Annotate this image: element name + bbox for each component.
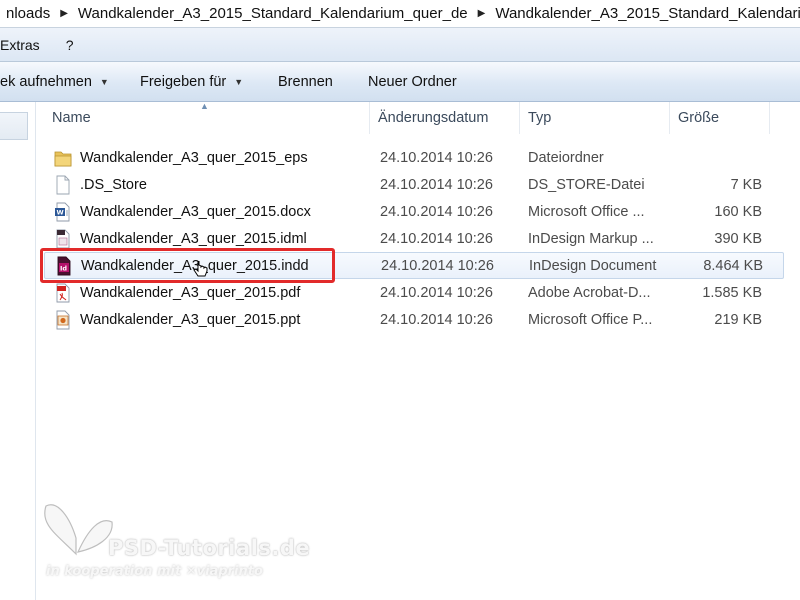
sort-ascending-icon: ▲ — [200, 101, 209, 111]
svg-text:Id: Id — [60, 264, 67, 272]
column-header-type-label: Typ — [528, 110, 552, 126]
column-header-type[interactable]: Typ — [520, 102, 670, 134]
file-date: 24.10.2014 10:26 — [380, 149, 493, 166]
chevron-down-icon: ▼ — [234, 76, 244, 87]
share-with-button[interactable]: Freigeben für ▼ — [140, 62, 278, 101]
file-row[interactable]: Wandkalender_A3_quer_2015_eps 24.10.2014… — [44, 144, 784, 171]
pdf-icon — [54, 283, 72, 303]
column-header-date-label: Änderungsdatum — [378, 110, 489, 126]
file-type: InDesign Markup ... — [528, 230, 654, 247]
file-row[interactable]: W Wandkalender_A3_quer_2015.docx 24.10.2… — [44, 198, 784, 225]
file-name: Wandkalender_A3_quer_2015.idml — [80, 230, 307, 247]
column-header-date[interactable]: Änderungsdatum — [370, 102, 520, 134]
file-date: 24.10.2014 10:26 — [380, 230, 493, 247]
file-type: Microsoft Office P... — [528, 311, 653, 328]
powerpoint-icon — [54, 310, 72, 330]
menu-help[interactable]: ? — [66, 37, 82, 53]
breadcrumb-item-folder[interactable]: Wandkalender_A3_2015_Standard_Kalendariu… — [72, 5, 474, 22]
folder-icon — [54, 148, 72, 168]
butterfly-logo-icon — [44, 504, 113, 556]
file-date: 24.10.2014 10:26 — [380, 284, 493, 301]
menu-extras[interactable]: Extras — [0, 37, 48, 53]
file-type: InDesign Document — [529, 257, 657, 274]
command-bar: ek aufnehmen ▼ Freigeben für ▼ Brennen N… — [0, 62, 800, 102]
column-header-size[interactable]: Größe — [670, 102, 770, 134]
file-row[interactable]: Wandkalender_A3_quer_2015.idml 24.10.201… — [44, 225, 784, 252]
svg-text:W: W — [57, 208, 64, 216]
burn-label: Brennen — [278, 73, 333, 90]
breadcrumb-item-downloads[interactable]: nloads — [0, 5, 56, 22]
breadcrumb-separator-icon[interactable]: ▶ — [474, 8, 490, 19]
file-size: 1.585 KB — [702, 284, 762, 301]
menu-bar: Extras ? — [0, 28, 800, 62]
column-header-size-label: Größe — [678, 110, 720, 126]
file-type: Dateiordner — [528, 149, 604, 166]
file-name: Wandkalender_A3_quer_2015.docx — [80, 203, 311, 220]
file-name: .DS_Store — [80, 176, 147, 193]
file-date: 24.10.2014 10:26 — [380, 203, 493, 220]
word-icon: W — [54, 202, 72, 222]
column-header-name[interactable]: ▲ Name — [44, 101, 370, 134]
file-size: 8.464 KB — [703, 257, 763, 274]
file-size: 390 KB — [714, 230, 762, 247]
address-bar[interactable]: nloads ▶ Wandkalender_A3_2015_Standard_K… — [0, 0, 800, 28]
file-size: 7 KB — [730, 176, 762, 193]
watermark-subtitle: in kooperation mit ✕viaprinto — [46, 564, 263, 579]
burn-button[interactable]: Brennen — [278, 62, 368, 101]
file-row-selected[interactable]: Id Wandkalender_A3_quer_2015.indd 24.10.… — [40, 248, 784, 283]
file-name: Wandkalender_A3_quer_2015.pdf — [80, 284, 301, 301]
file-date: 24.10.2014 10:26 — [380, 311, 493, 328]
nav-selected-item[interactable] — [0, 112, 28, 140]
file-name: Wandkalender_A3_quer_2015_eps — [80, 149, 308, 166]
include-in-library-label: ek aufnehmen — [0, 73, 92, 90]
share-with-label: Freigeben für — [140, 73, 227, 90]
watermark: PSD-Tutorials.de in kooperation mit ✕via… — [30, 490, 330, 590]
file-date: 24.10.2014 10:26 — [381, 257, 494, 274]
include-in-library-button[interactable]: ek aufnehmen ▼ — [0, 62, 140, 101]
file-size: 160 KB — [714, 203, 762, 220]
file-row[interactable]: .DS_Store 24.10.2014 10:26 DS_STORE-Date… — [44, 171, 784, 198]
file-rows: Wandkalender_A3_quer_2015_eps 24.10.2014… — [40, 144, 784, 333]
file-date: 24.10.2014 10:26 — [380, 176, 493, 193]
watermark-brand: PSD-Tutorials.de — [108, 536, 311, 560]
file-type: Microsoft Office ... — [528, 203, 645, 220]
file-type: DS_STORE-Datei — [528, 176, 645, 193]
column-header-name-label: Name — [52, 110, 91, 126]
indesign-icon: Id — [55, 256, 73, 276]
new-folder-label: Neuer Ordner — [368, 73, 457, 90]
breadcrumb-separator-icon[interactable]: ▶ — [56, 8, 72, 19]
idml-icon — [54, 229, 72, 249]
file-name: Wandkalender_A3_quer_2015.ppt — [80, 311, 301, 328]
file-size: 219 KB — [714, 311, 762, 328]
breadcrumb-item-current[interactable]: Wandkalender_A3_2015_Standard_Kalendariu… — [489, 5, 800, 22]
blank-file-icon — [54, 175, 72, 195]
new-folder-button[interactable]: Neuer Ordner — [368, 62, 488, 101]
file-row[interactable]: Wandkalender_A3_quer_2015.ppt 24.10.2014… — [44, 306, 784, 333]
chevron-down-icon: ▼ — [99, 76, 109, 87]
column-header-row: ▲ Name Änderungsdatum Typ Größe — [44, 101, 772, 134]
file-type: Adobe Acrobat-D... — [528, 284, 651, 301]
file-row[interactable]: Wandkalender_A3_quer_2015.pdf 24.10.2014… — [44, 279, 784, 306]
